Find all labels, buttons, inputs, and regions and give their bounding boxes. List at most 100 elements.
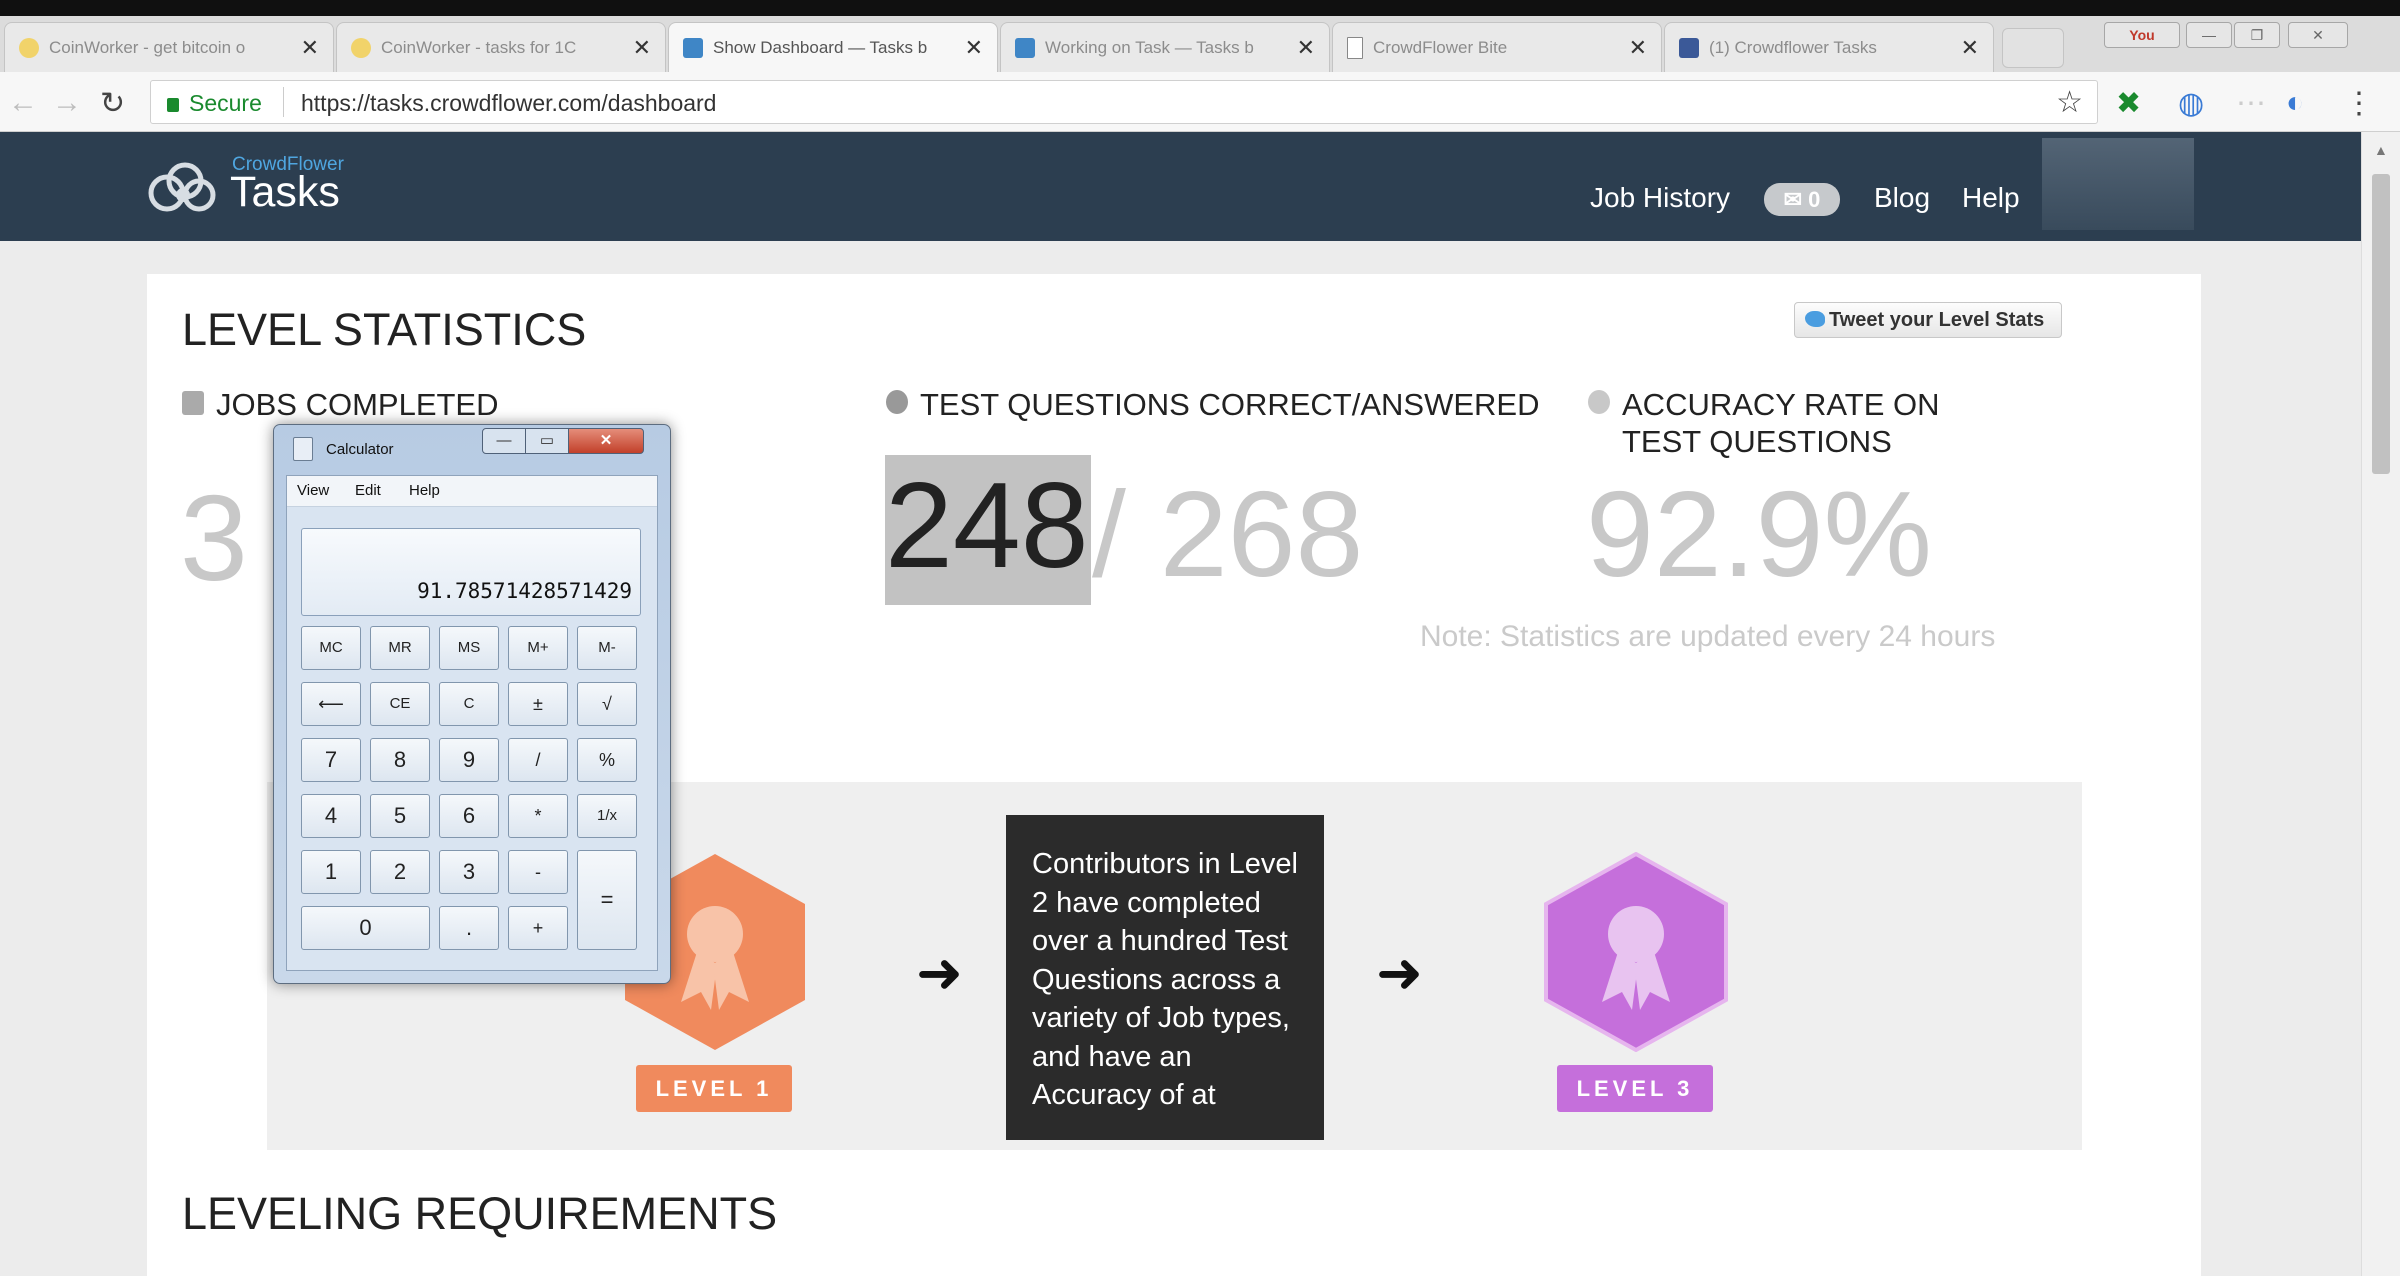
key-mc[interactable]: MC (301, 626, 361, 670)
tab-strip: CoinWorker - get bitcoin o ✕ CoinWorker … (0, 16, 2400, 73)
secure-indicator[interactable]: Secure (167, 90, 262, 117)
forward-arrow-icon[interactable]: → (52, 86, 82, 120)
tab-label: (1) Crowdflower Tasks (1709, 37, 1877, 57)
page-title: LEVEL STATISTICS (182, 304, 587, 355)
key-backspace[interactable]: ⟵ (301, 682, 361, 726)
extension-globe-icon[interactable]: ◍ (2178, 86, 2204, 121)
right-arrow-icon: ➜ (916, 941, 963, 1004)
minimize-window-button[interactable]: — (2186, 22, 2232, 48)
nav-help[interactable]: Help (1962, 182, 2020, 214)
coinworker-favicon-icon (351, 37, 371, 58)
page-scrollbar[interactable]: ▲ (2361, 132, 2400, 1276)
nav-job-history[interactable]: Job History (1590, 182, 1730, 214)
scroll-thumb[interactable] (2372, 174, 2390, 474)
key-ms[interactable]: MS (439, 626, 499, 670)
address-bar: ← → ↻ Secure https://tasks.crowdflower.c… (0, 72, 2400, 132)
close-tab-icon[interactable]: ✕ (1297, 35, 1315, 61)
extension-translate-icon[interactable]: ◐ (2286, 86, 2304, 120)
key-m-minus[interactable]: M- (577, 626, 637, 670)
close-tab-icon[interactable]: ✕ (301, 35, 319, 61)
menu-view[interactable]: View (297, 482, 329, 499)
url-text: https://tasks.crowdflower.com/dashboard (301, 90, 717, 116)
calculator-maximize-button[interactable]: ▭ (525, 428, 569, 454)
key-percent[interactable]: % (577, 738, 637, 782)
key-4[interactable]: 4 (301, 794, 361, 838)
user-profile-chip[interactable]: You (2104, 22, 2180, 48)
key-subtract[interactable]: - (508, 850, 568, 894)
level-1-label: LEVEL 1 (636, 1065, 792, 1112)
key-3[interactable]: 3 (439, 850, 499, 894)
key-ce[interactable]: CE (370, 682, 430, 726)
key-c[interactable]: C (439, 682, 499, 726)
key-7[interactable]: 7 (301, 738, 361, 782)
close-tab-icon[interactable]: ✕ (1629, 35, 1647, 61)
new-tab-button[interactable] (2002, 28, 2064, 68)
calculator-close-button[interactable]: ✕ (568, 428, 644, 454)
scroll-up-icon[interactable]: ▲ (2374, 142, 2388, 158)
question-mark-icon (886, 390, 908, 414)
key-decimal[interactable]: . (439, 906, 499, 950)
facebook-icon (1679, 37, 1699, 58)
close-tab-icon[interactable]: ✕ (633, 35, 651, 61)
tab-label: CoinWorker - get bitcoin o (49, 37, 246, 57)
accuracy-value: 92.9% (1586, 466, 1932, 602)
key-reciprocal[interactable]: 1/x (577, 794, 637, 838)
crowdflower-favicon-icon (1015, 37, 1035, 58)
key-sqrt[interactable]: √ (577, 682, 637, 726)
key-5[interactable]: 5 (370, 794, 430, 838)
calculator-window[interactable]: Calculator — ▭ ✕ View Edit Help 91.78571… (273, 424, 671, 984)
close-window-button[interactable]: ✕ (2288, 22, 2348, 48)
menu-edit[interactable]: Edit (355, 482, 381, 499)
tab-crowdflower-tasks-facebook[interactable]: (1) Crowdflower Tasks ✕ (1664, 22, 1994, 72)
tab-working-on-task[interactable]: Working on Task — Tasks b ✕ (1000, 22, 1330, 72)
jobs-completed-label: JOBS COMPLETED (216, 387, 499, 422)
level-3-badge-icon[interactable] (1542, 852, 1730, 1052)
url-separator (283, 87, 284, 117)
chrome-menu-icon[interactable]: ⋮ (2344, 86, 2374, 121)
key-2[interactable]: 2 (370, 850, 430, 894)
key-8[interactable]: 8 (370, 738, 430, 782)
brand-title[interactable]: Tasks (230, 168, 340, 217)
key-add[interactable]: + (508, 906, 568, 950)
key-plus-minus[interactable]: ± (508, 682, 568, 726)
key-mr[interactable]: MR (370, 626, 430, 670)
key-6[interactable]: 6 (439, 794, 499, 838)
url-input[interactable]: Secure https://tasks.crowdflower.com/das… (150, 80, 2098, 124)
tweet-level-stats-button[interactable]: Tweet your Level Stats (1794, 302, 2062, 338)
user-menu-blurred[interactable] (2042, 138, 2194, 230)
right-arrow-icon: ➜ (1376, 941, 1423, 1004)
calculator-title: Calculator (326, 441, 394, 458)
tab-coinworker-2[interactable]: CoinWorker - tasks for 1C ✕ (336, 22, 666, 72)
close-tab-icon[interactable]: ✕ (965, 35, 983, 61)
test-questions-correct-value: 248 (885, 455, 1091, 605)
key-0[interactable]: 0 (301, 906, 430, 950)
key-9[interactable]: 9 (439, 738, 499, 782)
key-multiply[interactable]: * (508, 794, 568, 838)
calculator-titlebar[interactable]: Calculator — ▭ ✕ (274, 425, 670, 469)
messages-badge[interactable]: ✉ 0 (1764, 183, 1840, 216)
bookmark-star-icon[interactable]: ☆ (2056, 85, 2083, 120)
key-divide[interactable]: / (508, 738, 568, 782)
tab-crowdflower-bite[interactable]: CrowdFlower Bite ✕ (1332, 22, 1662, 72)
level-3-label: LEVEL 3 (1557, 1065, 1713, 1112)
reload-icon[interactable]: ↻ (100, 86, 125, 121)
jobs-completed-value: 3 (180, 470, 248, 606)
tab-show-dashboard[interactable]: Show Dashboard — Tasks b ✕ (668, 22, 998, 73)
extension-dots-icon[interactable]: ⋯ (2236, 86, 2266, 121)
crowdflower-logo-icon[interactable] (145, 161, 219, 217)
key-equals[interactable]: = (577, 850, 637, 950)
test-questions-answered-value: / 268 (1092, 466, 1364, 602)
accuracy-label-line2: TEST QUESTIONS (1622, 424, 1892, 459)
lock-icon (167, 98, 179, 112)
extension-x-icon[interactable]: ✖ (2116, 86, 2141, 121)
site-header: CrowdFlower Tasks Job History ✉ 0 Blog H… (0, 132, 2362, 241)
back-arrow-icon[interactable]: ← (8, 86, 38, 120)
key-m-plus[interactable]: M+ (508, 626, 568, 670)
nav-blog[interactable]: Blog (1874, 182, 1930, 214)
tab-coinworker-1[interactable]: CoinWorker - get bitcoin o ✕ (4, 22, 334, 72)
key-1[interactable]: 1 (301, 850, 361, 894)
close-tab-icon[interactable]: ✕ (1961, 35, 1979, 61)
maximize-window-button[interactable]: ❐ (2234, 22, 2280, 48)
menu-help[interactable]: Help (409, 482, 440, 499)
calculator-minimize-button[interactable]: — (482, 428, 526, 454)
